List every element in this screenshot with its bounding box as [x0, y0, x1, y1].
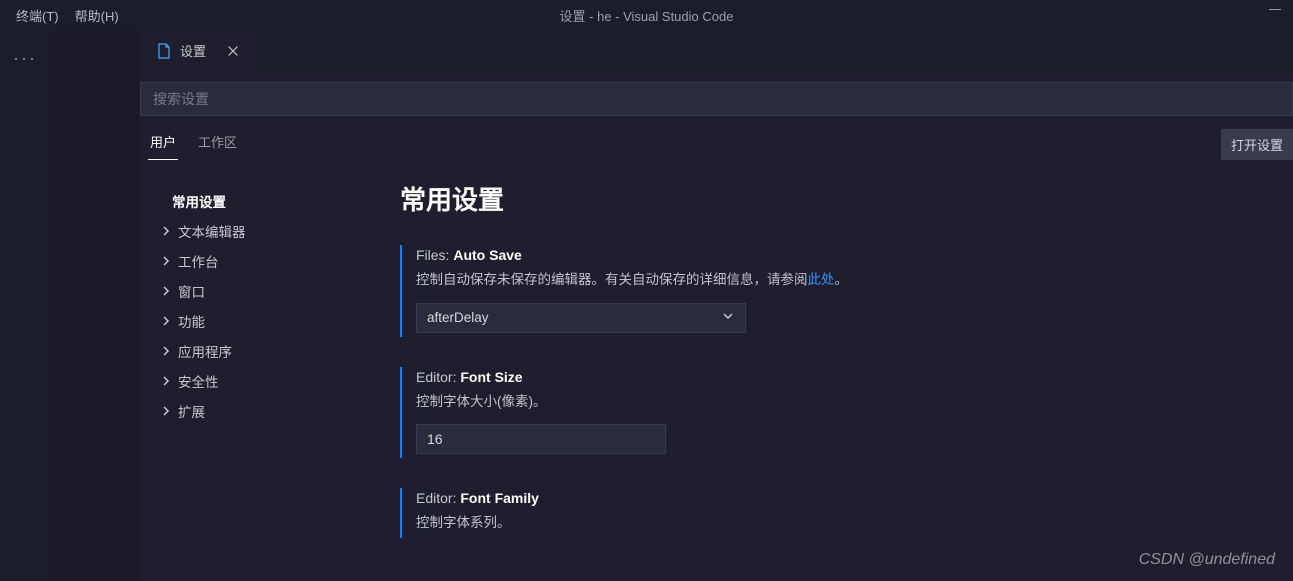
setting-scope: Editor:: [416, 369, 460, 385]
select-value: afterDelay: [427, 310, 489, 325]
setting-editor-fontfamily: Editor: Font Family 控制字体系列。: [400, 488, 1273, 538]
window-title: 设置 - he - Visual Studio Code: [560, 6, 734, 25]
chevron-right-icon: [160, 405, 172, 417]
toc-item-workbench[interactable]: 工作台: [152, 246, 380, 276]
overflow-icon[interactable]: ···: [13, 48, 37, 69]
chevron-right-icon: [160, 225, 172, 237]
toc-label: 扩展: [178, 401, 205, 421]
scope-tab-workspace[interactable]: 工作区: [196, 126, 239, 160]
activity-bar: ···: [0, 30, 50, 581]
fontsize-input[interactable]: [416, 424, 666, 454]
setting-scope: Files:: [416, 247, 453, 263]
toc-item-common[interactable]: 常用设置: [152, 186, 380, 216]
search-input[interactable]: [140, 82, 1293, 116]
scope-tabs: 用户 工作区: [148, 126, 239, 160]
setting-editor-fontsize: Editor: Font Size 控制字体大小(像素)。: [400, 367, 1273, 459]
settings-toc: 常用设置 文本编辑器 工作台 窗口 功能: [140, 174, 380, 581]
toc-item-security[interactable]: 安全性: [152, 366, 380, 396]
setting-description: 控制字体大小(像素)。: [416, 391, 1273, 413]
setting-scope: Editor:: [416, 490, 460, 506]
tab-settings[interactable]: 设置: [140, 30, 258, 70]
chevron-right-icon: [160, 315, 172, 327]
chevron-right-icon: [160, 285, 172, 297]
toc-item-text-editor[interactable]: 文本编辑器: [152, 216, 380, 246]
file-icon: [156, 43, 172, 59]
link-here[interactable]: 此处: [808, 272, 835, 287]
setting-description: 控制自动保存未保存的编辑器。有关自动保存的详细信息，请参阅此处。: [416, 269, 1273, 291]
section-title: 常用设置: [400, 180, 1273, 217]
toc-label: 工作台: [178, 251, 219, 271]
tab-bar: 设置: [140, 30, 1293, 70]
menubar: 终端(T) 帮助(H) 设置 - he - Visual Studio Code: [0, 0, 1293, 30]
toc-label: 功能: [178, 311, 205, 331]
close-icon[interactable]: [224, 42, 242, 60]
side-panel-collapsed: [50, 30, 140, 581]
menu-help[interactable]: 帮助(H): [67, 2, 127, 29]
chevron-down-icon: [721, 309, 735, 326]
menu-terminal[interactable]: 终端(T): [8, 2, 67, 29]
setting-description: 控制字体系列。: [416, 512, 1273, 534]
chevron-right-icon: [160, 345, 172, 357]
toc-item-extensions[interactable]: 扩展: [152, 396, 380, 426]
setting-name: Font Family: [460, 490, 539, 506]
autosave-select[interactable]: afterDelay: [416, 303, 746, 333]
scope-tab-user[interactable]: 用户: [148, 126, 178, 160]
toc-label: 窗口: [178, 281, 205, 301]
chevron-right-icon: [160, 255, 172, 267]
toc-label: 安全性: [178, 371, 219, 391]
open-settings-json-button[interactable]: 打开设置: [1221, 129, 1293, 160]
toc-item-features[interactable]: 功能: [152, 306, 380, 336]
tab-label: 设置: [180, 41, 206, 60]
setting-name: Auto Save: [453, 247, 521, 263]
toc-item-application[interactable]: 应用程序: [152, 336, 380, 366]
toc-label: 应用程序: [178, 341, 232, 361]
setting-name: Font Size: [460, 369, 522, 385]
minimize-icon[interactable]: [1269, 8, 1281, 10]
setting-files-autosave: Files: Auto Save 控制自动保存未保存的编辑器。有关自动保存的详细…: [400, 245, 1273, 337]
settings-list: 常用设置 Files: Auto Save 控制自动保存未保存的编辑器。有关自动…: [380, 174, 1293, 581]
toc-item-window[interactable]: 窗口: [152, 276, 380, 306]
toc-label: 文本编辑器: [178, 221, 246, 241]
chevron-right-icon: [160, 375, 172, 387]
